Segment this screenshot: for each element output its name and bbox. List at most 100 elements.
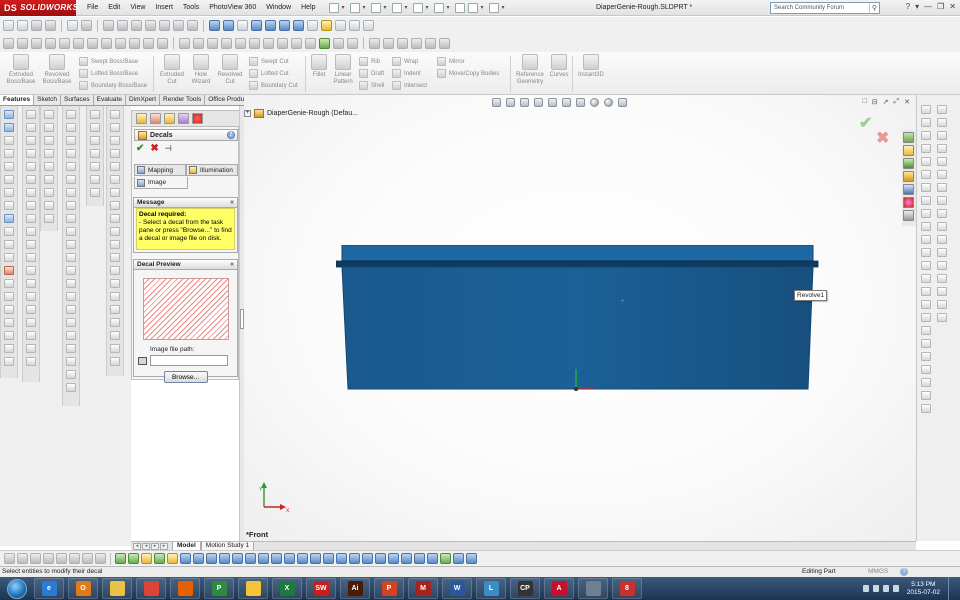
- taskbar-app-word[interactable]: W: [442, 578, 472, 599]
- bt-view18-icon[interactable]: [401, 553, 412, 564]
- base-flange-icon[interactable]: [66, 110, 76, 119]
- corner-relief-icon[interactable]: [66, 240, 76, 249]
- taskbar-app-mendeley[interactable]: M: [408, 578, 438, 599]
- message-header[interactable]: Message «: [134, 198, 237, 208]
- start-button[interactable]: [7, 578, 27, 599]
- boundary-boss-button[interactable]: Boundary Boss/Base: [79, 81, 147, 90]
- help-icon[interactable]: ?: [227, 131, 235, 139]
- point-tool-icon[interactable]: [4, 318, 14, 327]
- stretch-tool-icon[interactable]: [937, 261, 947, 270]
- tab-mapping[interactable]: Mapping: [134, 164, 186, 176]
- parting-line-icon[interactable]: [44, 110, 54, 119]
- bt-view6-icon[interactable]: [245, 553, 256, 564]
- slot-icon[interactable]: [235, 37, 246, 49]
- bt-view2-icon[interactable]: [193, 553, 204, 564]
- appearance-icon[interactable]: [321, 20, 332, 31]
- split-entity-icon[interactable]: [937, 274, 947, 283]
- fillet-button[interactable]: Fillet: [308, 54, 330, 79]
- graphics-area[interactable]: + DiaperGenie-Rough (Defau... □ ⊟ ↗ ⤢ ✕ …: [244, 95, 916, 541]
- centerline-tool-icon[interactable]: [937, 157, 947, 166]
- shell-tool-icon[interactable]: [4, 201, 14, 210]
- lock-tool-icon[interactable]: [921, 404, 931, 413]
- coord-sys-tool-icon[interactable]: [4, 305, 14, 314]
- bt-view20-icon[interactable]: [427, 553, 438, 564]
- configuration-manager-icon[interactable]: [164, 113, 175, 124]
- dropdown-icon[interactable]: ▾: [363, 3, 368, 13]
- revolve-tool-icon[interactable]: [4, 123, 14, 132]
- spline-tool-icon[interactable]: [921, 183, 931, 192]
- tab-illumination[interactable]: Illumination: [186, 164, 238, 176]
- decal-preview-header[interactable]: Decal Preview «: [134, 260, 237, 270]
- bt-view22-icon[interactable]: [466, 553, 477, 564]
- bt-filter-face-icon[interactable]: [56, 553, 67, 564]
- convert-icon[interactable]: [59, 37, 70, 49]
- revolved-cut-button[interactable]: Revolved Cut: [214, 54, 246, 86]
- taskbar-app-cp[interactable]: CP: [510, 578, 540, 599]
- dropdown-icon[interactable]: ▾: [481, 3, 486, 13]
- tab-evaluate[interactable]: Evaluate: [93, 95, 126, 105]
- clock[interactable]: 5:13 PM 2015-07-02: [907, 581, 940, 597]
- sketch-rect-icon[interactable]: [110, 123, 120, 132]
- bt-assembly-icon[interactable]: [154, 553, 165, 564]
- extruded-cut-button[interactable]: Extruded Cut: [156, 54, 188, 86]
- face-curves-icon[interactable]: [937, 300, 947, 309]
- line-icon[interactable]: [31, 20, 42, 31]
- sketch-grid-icon[interactable]: [110, 318, 120, 327]
- unfold-icon[interactable]: [66, 279, 76, 288]
- curvature-icon[interactable]: [439, 37, 450, 49]
- menu-file[interactable]: File: [82, 0, 103, 16]
- flyout-feature-tree[interactable]: + DiaperGenie-Rough (Defau...: [244, 109, 358, 118]
- trim-surface-icon[interactable]: [26, 266, 36, 275]
- mirror-tool2-icon[interactable]: [921, 235, 931, 244]
- taskbar-app-calendar[interactable]: L: [476, 578, 506, 599]
- arc-icon[interactable]: [193, 37, 204, 49]
- view-orientation-icon[interactable]: [279, 20, 290, 31]
- core-icon[interactable]: [44, 162, 54, 171]
- edge-flange-icon[interactable]: [66, 123, 76, 132]
- pattern-tool-icon[interactable]: [4, 214, 14, 223]
- menu-tools[interactable]: Tools: [178, 0, 204, 16]
- sketch-picture-tool-icon[interactable]: [110, 331, 120, 340]
- bt-view5-icon[interactable]: [232, 553, 243, 564]
- point-icon[interactable]: [263, 37, 274, 49]
- sketch-arc-icon[interactable]: [110, 149, 120, 158]
- sketch-fillet-icon[interactable]: [110, 253, 120, 262]
- bt-view16-icon[interactable]: [375, 553, 386, 564]
- tab-slot-icon[interactable]: [66, 383, 76, 392]
- weldment-icon[interactable]: [90, 188, 100, 197]
- tray-flag-icon[interactable]: [872, 585, 879, 592]
- solidworks-resources-icon[interactable]: [903, 132, 914, 143]
- zoom-area-icon[interactable]: [223, 20, 234, 31]
- boundary-surface-icon[interactable]: [26, 162, 36, 171]
- bt-view15-icon[interactable]: [362, 553, 373, 564]
- indent-button[interactable]: Indent: [392, 69, 421, 78]
- lofted-cut-button[interactable]: Lofted Cut: [249, 69, 289, 78]
- exit-sketch-icon[interactable]: [921, 365, 931, 374]
- rectangle-icon[interactable]: [45, 20, 56, 31]
- sketch-mirror-icon[interactable]: [110, 227, 120, 236]
- no-bends-icon[interactable]: [66, 318, 76, 327]
- relations-icon[interactable]: [319, 37, 330, 49]
- tab-features[interactable]: Features: [0, 95, 35, 105]
- viewport-fullscreen-icon[interactable]: ⤢: [894, 98, 900, 106]
- quick-snaps-icon[interactable]: [347, 37, 358, 49]
- macro-run-icon[interactable]: [103, 20, 114, 31]
- circle-icon[interactable]: [81, 20, 92, 31]
- dropdown-icon[interactable]: ▾: [405, 3, 410, 13]
- chamfer-sketch-icon[interactable]: [305, 37, 316, 49]
- tooling-split-icon[interactable]: [44, 149, 54, 158]
- dropdown-icon[interactable]: ▾: [502, 3, 507, 13]
- end-cap-icon[interactable]: [90, 136, 100, 145]
- bt-check-icon[interactable]: [440, 553, 451, 564]
- status-help-icon[interactable]: ?: [900, 568, 908, 576]
- lofted-boss-button[interactable]: Lofted Boss/Base: [79, 69, 138, 78]
- taskbar-app-explorer[interactable]: [102, 578, 132, 599]
- knit-surface-icon[interactable]: [26, 214, 36, 223]
- shut-off-icon[interactable]: [44, 123, 54, 132]
- taskbar-app-calculator[interactable]: [578, 578, 608, 599]
- text-icon[interactable]: [249, 37, 260, 49]
- pattern-tool2-icon[interactable]: [921, 248, 931, 257]
- bt-filter-plane-icon[interactable]: [95, 553, 106, 564]
- dimxpert-manager-icon[interactable]: [178, 113, 189, 124]
- block-icon[interactable]: [369, 37, 380, 49]
